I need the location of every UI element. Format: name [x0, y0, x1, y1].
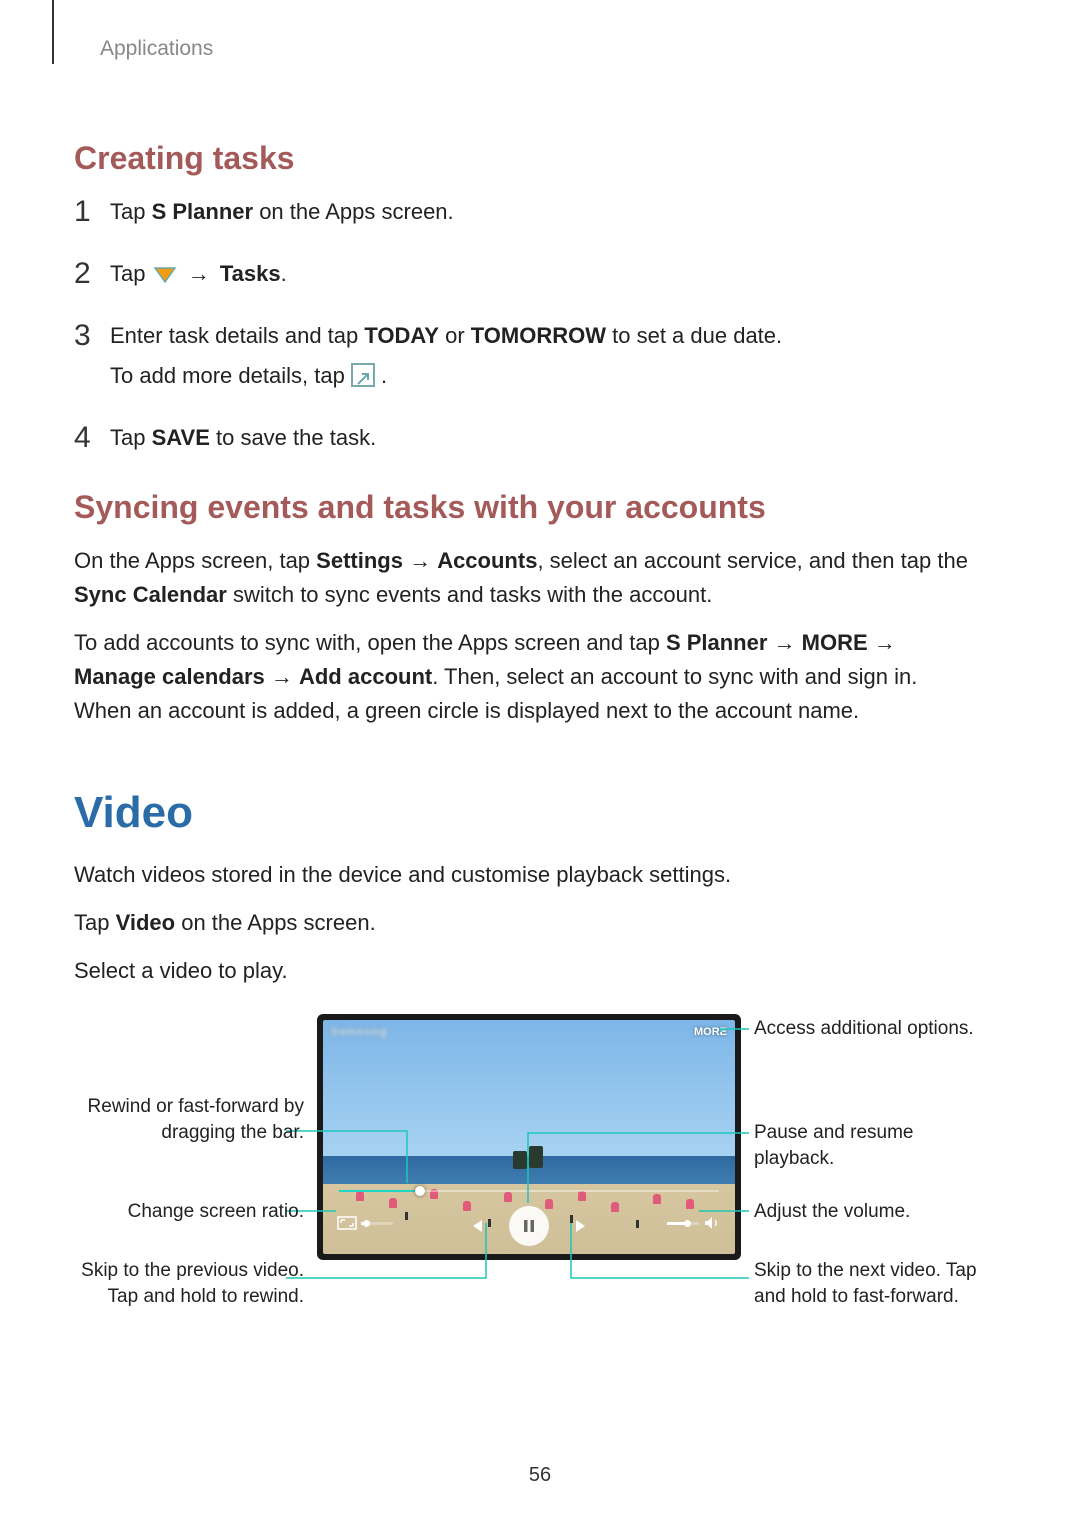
text-bold: MORE — [802, 630, 868, 655]
text: , select an account service, and then ta… — [537, 548, 968, 573]
step-number: 1 — [74, 195, 110, 229]
device-frame: Samsung MORE — [317, 1014, 741, 1260]
text: on the Apps screen. — [175, 910, 376, 935]
section-video: Video Watch videos stored in the device … — [74, 788, 980, 1348]
callout-pause-resume: Pause and resume playback. — [754, 1120, 984, 1172]
steps-list: 1 Tap S Planner on the Apps screen. 2 Ta… — [74, 195, 980, 461]
expand-icon — [351, 363, 375, 387]
arrow-text: → — [403, 548, 437, 573]
step-text: Tap → Tasks. — [110, 257, 980, 291]
next-button[interactable] — [569, 1213, 595, 1239]
more-button[interactable]: MORE — [694, 1026, 727, 1038]
volume-bar[interactable] — [667, 1222, 699, 1225]
step-number: 2 — [74, 257, 110, 291]
volume-control[interactable] — [667, 1216, 721, 1230]
text-bold: Video — [116, 910, 176, 935]
arrow-text: → — [868, 630, 896, 655]
callout-rewind-bar: Rewind or fast-forward by dragging the b… — [74, 1094, 304, 1146]
text: switch to sync events and tasks with the… — [227, 582, 712, 607]
progress-fill — [339, 1190, 415, 1192]
progress-knob[interactable] — [415, 1186, 425, 1196]
text: Tap — [110, 261, 152, 286]
text: on the Apps screen. — [253, 199, 454, 224]
text: Tap — [74, 910, 116, 935]
step-2: 2 Tap → Tasks. — [74, 257, 980, 297]
heading-syncing: Syncing events and tasks with your accou… — [74, 489, 980, 526]
step-1: 1 Tap S Planner on the Apps screen. — [74, 195, 980, 235]
callout-screen-ratio: Change screen ratio. — [74, 1199, 304, 1225]
video-top-bar: Samsung MORE — [323, 1020, 735, 1044]
text: . — [281, 261, 287, 286]
text-bold: Tasks — [220, 261, 281, 286]
callout-prev-video: Skip to the previous video. Tap and hold… — [74, 1258, 304, 1310]
step-3: 3 Enter task details and tap TODAY or TO… — [74, 319, 980, 399]
dropdown-icon — [152, 262, 178, 284]
arrow-text: → — [265, 664, 299, 689]
photo-rock — [513, 1151, 527, 1169]
text: To add more details, tap — [110, 363, 351, 388]
text-bold: Manage calendars — [74, 664, 265, 689]
text: to save the task. — [210, 425, 376, 450]
step-number: 4 — [74, 421, 110, 455]
heading-creating-tasks: Creating tasks — [74, 140, 980, 177]
text-bold: TODAY — [364, 323, 439, 348]
paragraph: To add accounts to sync with, open the A… — [74, 626, 980, 728]
text: Tap — [110, 425, 152, 450]
step-text: Tap S Planner on the Apps screen. — [110, 195, 980, 229]
text-bold: Sync Calendar — [74, 582, 227, 607]
text: . — [381, 363, 387, 388]
device-screen: Samsung MORE — [323, 1020, 735, 1254]
breadcrumb: Applications — [100, 37, 213, 61]
heading-video: Video — [74, 788, 980, 838]
step-text: Tap SAVE to save the task. — [110, 421, 980, 455]
arrow-text: → — [767, 630, 801, 655]
callout-next-video: Skip to the next video. Tap and hold to … — [754, 1258, 984, 1310]
step-4: 4 Tap SAVE to save the task. — [74, 421, 980, 461]
paragraph: Watch videos stored in the device and cu… — [74, 858, 980, 892]
text: Enter task details and tap — [110, 323, 364, 348]
step-text: To add more details, tap . — [110, 359, 980, 393]
pause-button[interactable] — [509, 1206, 549, 1246]
text: To add accounts to sync with, open the A… — [74, 630, 666, 655]
text: On the Apps screen, tap — [74, 548, 316, 573]
previous-button[interactable] — [463, 1213, 489, 1239]
section-creating-tasks: Creating tasks 1 Tap S Planner on the Ap… — [74, 0, 980, 461]
arrow-text: → — [184, 261, 220, 286]
progress-bar[interactable] — [339, 1190, 719, 1192]
paragraph: Select a video to play. — [74, 954, 980, 988]
video-player-diagram: Samsung MORE — [74, 1008, 974, 1348]
text: to set a due date. — [606, 323, 782, 348]
brand-label: Samsung — [331, 1026, 388, 1038]
text-bold: S Planner — [152, 199, 253, 224]
text-bold: Add account — [299, 664, 432, 689]
callout-adjust-volume: Adjust the volume. — [754, 1199, 984, 1225]
photo-rock — [529, 1146, 543, 1168]
step-text: Enter task details and tap TODAY or TOMO… — [110, 319, 980, 353]
side-rule — [52, 0, 54, 64]
text-bold: SAVE — [152, 425, 210, 450]
text-bold: Accounts — [437, 548, 537, 573]
text: or — [439, 323, 471, 348]
text-bold: S Planner — [666, 630, 767, 655]
paragraph: On the Apps screen, tap Settings → Accou… — [74, 544, 980, 612]
section-syncing: Syncing events and tasks with your accou… — [74, 489, 980, 728]
text-bold: Settings — [316, 548, 403, 573]
step-number: 3 — [74, 319, 110, 353]
callout-more-options: Access additional options. — [754, 1016, 984, 1042]
paragraph: Tap Video on the Apps screen. — [74, 906, 980, 940]
page: Applications Creating tasks 1 Tap S Plan… — [0, 0, 1080, 1527]
text-bold: TOMORROW — [471, 323, 606, 348]
text: Tap — [110, 199, 152, 224]
page-number: 56 — [0, 1464, 1080, 1487]
